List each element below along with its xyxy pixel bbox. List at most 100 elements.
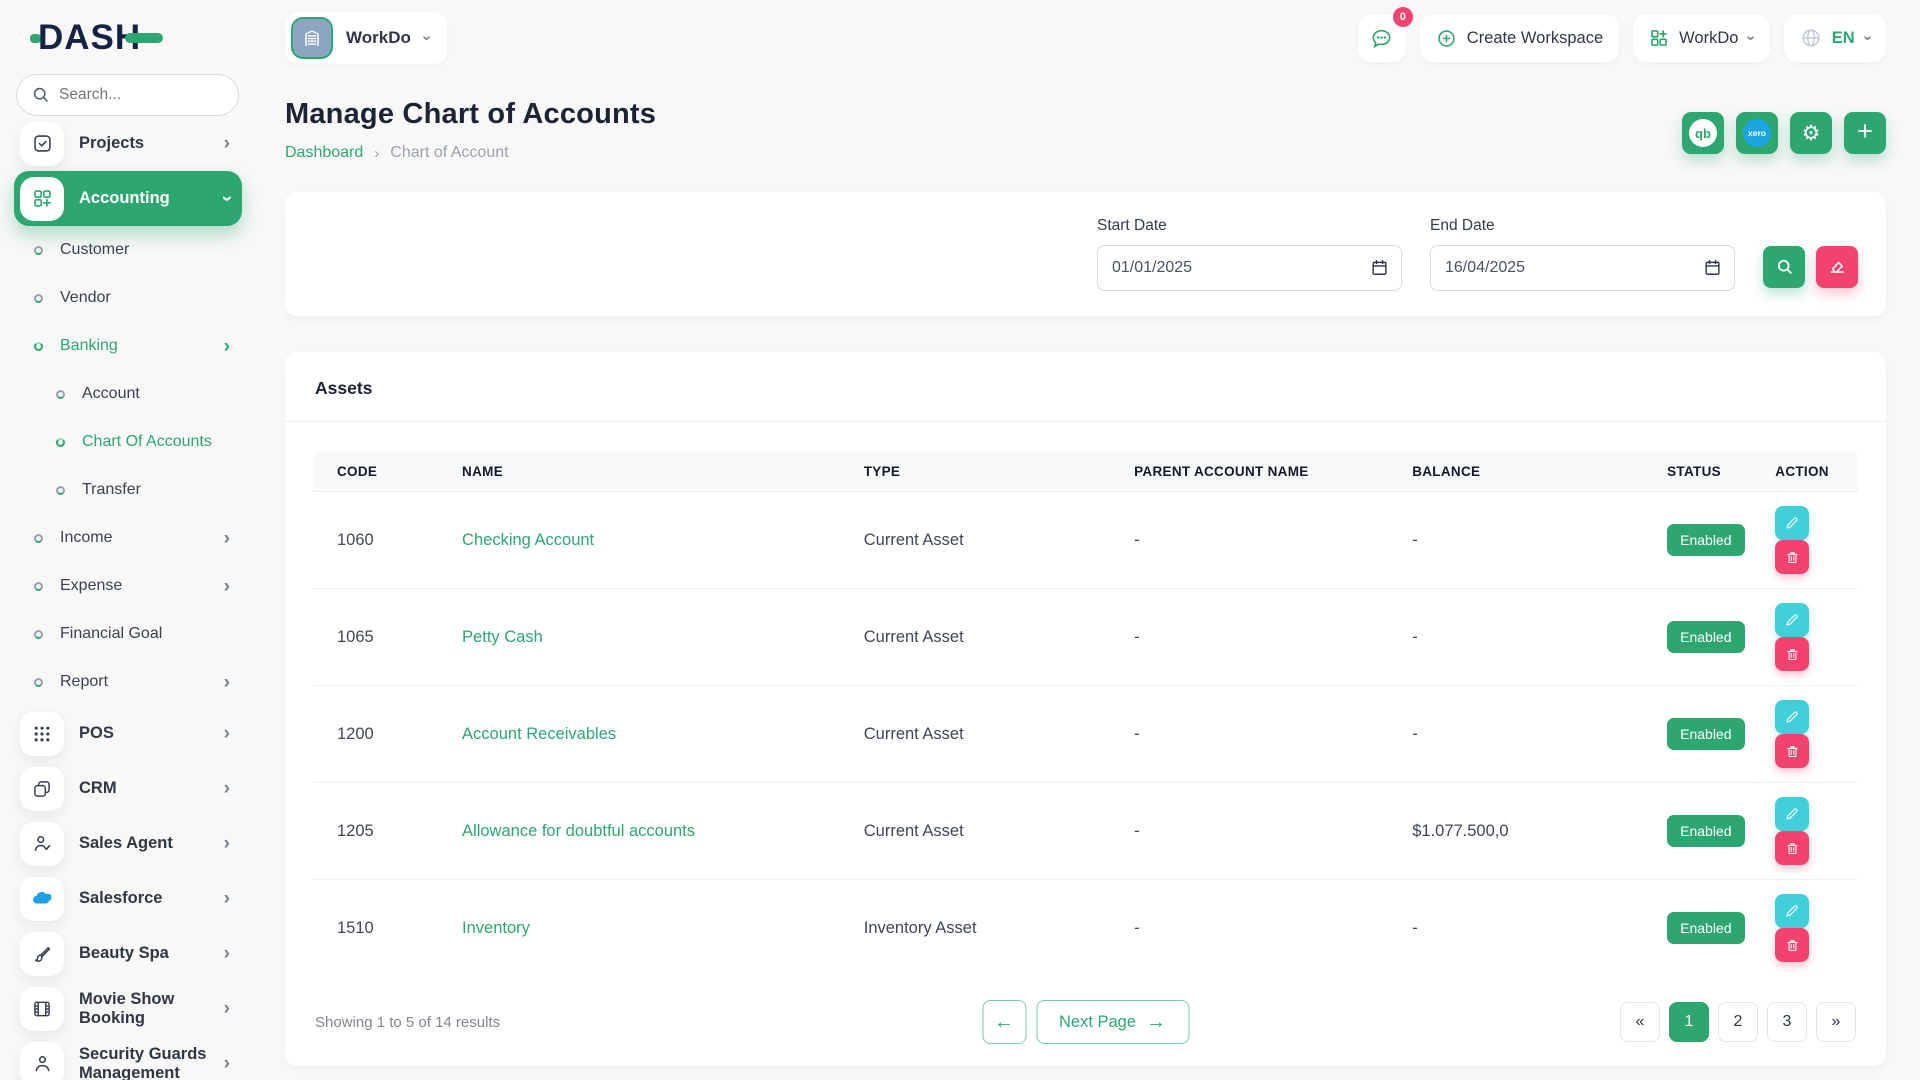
delete-button[interactable]	[1775, 637, 1809, 671]
sidebar-item-label: Accounting	[79, 189, 224, 208]
edit-button[interactable]	[1775, 506, 1809, 540]
edit-button[interactable]	[1775, 603, 1809, 637]
sidebar-item-sales-agent[interactable]: Sales Agent ›	[14, 816, 242, 871]
bullet-icon	[34, 294, 43, 303]
sidebar-item-chart-of-accounts[interactable]: Chart Of Accounts	[14, 418, 242, 466]
pagination-page-1[interactable]: 1	[1669, 1002, 1709, 1042]
add-account-button[interactable]: +	[1844, 112, 1886, 154]
edit-button[interactable]	[1775, 894, 1809, 928]
reset-filter-button[interactable]	[1816, 246, 1858, 288]
bullet-icon	[34, 342, 43, 351]
cell-parent: -	[1124, 880, 1402, 977]
quickbooks-button[interactable]: qb	[1682, 112, 1724, 154]
cell-type: Current Asset	[854, 686, 1124, 783]
pagination-last-button[interactable]: »	[1816, 1002, 1856, 1042]
cell-code: 1065	[313, 589, 452, 686]
apply-filter-button[interactable]	[1763, 246, 1805, 288]
cell-code: 1200	[313, 686, 452, 783]
sidebar-item-salesforce[interactable]: Salesforce ›	[14, 871, 242, 926]
main-content: WorkDo › 0 Create Workspace WorkDo	[255, 0, 1920, 1080]
table-row: 1200 Account Receivables Current Asset -…	[313, 686, 1858, 783]
sidebar-item-label: POS	[79, 724, 224, 743]
account-name-link[interactable]: Account Receivables	[462, 725, 616, 743]
pagination-first-button[interactable]: «	[1620, 1002, 1660, 1042]
create-workspace-label: Create Workspace	[1467, 29, 1603, 48]
sidebar-item-security-guards[interactable]: Security Guards Management ›	[14, 1036, 242, 1080]
column-header-type: TYPE	[854, 452, 1124, 492]
assets-table: CODE NAME TYPE PARENT ACCOUNT NAME BALAN…	[313, 452, 1858, 976]
account-name-link[interactable]: Checking Account	[462, 531, 594, 549]
sidebar-item-transfer[interactable]: Transfer	[14, 466, 242, 514]
sidebar-item-movie-show-booking[interactable]: Movie Show Booking ›	[14, 981, 242, 1036]
next-page-button[interactable]: Next Page →	[1036, 1000, 1189, 1044]
dots-grid-icon	[20, 712, 64, 756]
chevron-right-icon: ›	[224, 134, 230, 153]
brand-logo[interactable]: DASH	[30, 14, 255, 62]
column-header-name: NAME	[452, 452, 854, 492]
bullet-icon	[34, 534, 43, 543]
sidebar-item-accounting[interactable]: Accounting ›	[14, 171, 242, 226]
account-name-link[interactable]: Allowance for doubtful accounts	[462, 822, 695, 840]
checkbox-icon	[20, 122, 64, 166]
sidebar-item-projects[interactable]: Projects ›	[14, 116, 242, 171]
sidebar-item-pos[interactable]: POS ›	[14, 706, 242, 761]
previous-page-button[interactable]: ←	[982, 1000, 1026, 1044]
sidebar-item-label: Salesforce	[79, 889, 224, 908]
workdo-menu-button[interactable]: WorkDo ›	[1633, 14, 1770, 62]
pagination: « 1 2 3 »	[1620, 1002, 1856, 1042]
calendar-icon[interactable]	[1370, 258, 1389, 277]
sidebar-item-account[interactable]: Account	[14, 370, 242, 418]
language-selector[interactable]: EN ›	[1784, 14, 1886, 62]
status-badge: Enabled	[1667, 912, 1744, 944]
calendar-icon[interactable]	[1703, 258, 1722, 277]
cell-balance: $1.077.500,0	[1402, 783, 1657, 880]
pagination-page-2[interactable]: 2	[1718, 1002, 1758, 1042]
xero-icon: xero	[1743, 119, 1771, 147]
create-workspace-button[interactable]: Create Workspace	[1420, 14, 1619, 62]
account-name-link[interactable]: Inventory	[462, 919, 530, 937]
settings-button[interactable]: ⚙	[1790, 112, 1832, 154]
sidebar-item-report[interactable]: Report ›	[14, 658, 242, 706]
bullet-icon	[34, 582, 43, 591]
chevron-right-icon: ›	[224, 834, 230, 853]
chevron-down-icon: ›	[217, 195, 236, 201]
pagination-page-3[interactable]: 3	[1767, 1002, 1807, 1042]
messages-button[interactable]: 0	[1358, 14, 1406, 62]
sidebar-item-beauty-spa[interactable]: Beauty Spa ›	[14, 926, 242, 981]
sidebar-item-financial-goal[interactable]: Financial Goal	[14, 610, 242, 658]
bullet-icon	[34, 630, 43, 639]
bullet-icon	[56, 438, 65, 447]
edit-button[interactable]	[1775, 700, 1809, 734]
section-title: Assets	[315, 378, 1886, 399]
xero-button[interactable]: xero	[1736, 112, 1778, 154]
account-name-link[interactable]: Petty Cash	[462, 628, 543, 646]
edit-button[interactable]	[1775, 797, 1809, 831]
sidebar-item-vendor[interactable]: Vendor	[14, 274, 242, 322]
arrow-right-icon: →	[1146, 1012, 1166, 1032]
breadcrumb-dashboard-link[interactable]: Dashboard	[285, 144, 363, 162]
delete-button[interactable]	[1775, 928, 1809, 962]
chevron-right-icon: ›	[224, 337, 230, 356]
chevron-down-icon: ›	[419, 35, 435, 40]
results-count: Showing 1 to 5 of 14 results	[315, 1014, 500, 1031]
topbar-actions: 0 Create Workspace WorkDo › EN	[1358, 14, 1886, 62]
column-header-code: CODE	[313, 452, 452, 492]
sidebar-item-label: Customer	[60, 241, 230, 259]
delete-button[interactable]	[1775, 831, 1809, 865]
start-date-input[interactable]	[1097, 245, 1402, 291]
sidebar-item-label: Security Guards Management	[79, 1045, 224, 1080]
sidebar-item-expense[interactable]: Expense ›	[14, 562, 242, 610]
sidebar-item-income[interactable]: Income ›	[14, 514, 242, 562]
chevron-right-icon: ›	[224, 724, 230, 743]
sidebar-item-customer[interactable]: Customer	[14, 226, 242, 274]
sidebar-item-crm[interactable]: CRM ›	[14, 761, 242, 816]
sidebar-item-label: Banking	[60, 337, 224, 355]
sidebar-item-banking[interactable]: Banking ›	[14, 322, 242, 370]
assets-section: Assets CODE NAME TYPE PARENT ACCOUNT NAM…	[285, 352, 1886, 1066]
end-date-input[interactable]	[1430, 245, 1735, 291]
delete-button[interactable]	[1775, 734, 1809, 768]
workspace-selector[interactable]: WorkDo ›	[285, 12, 447, 64]
delete-button[interactable]	[1775, 540, 1809, 574]
arrow-left-icon: ←	[994, 1012, 1014, 1032]
table-footer: Showing 1 to 5 of 14 results ← Next Page…	[285, 976, 1886, 1066]
